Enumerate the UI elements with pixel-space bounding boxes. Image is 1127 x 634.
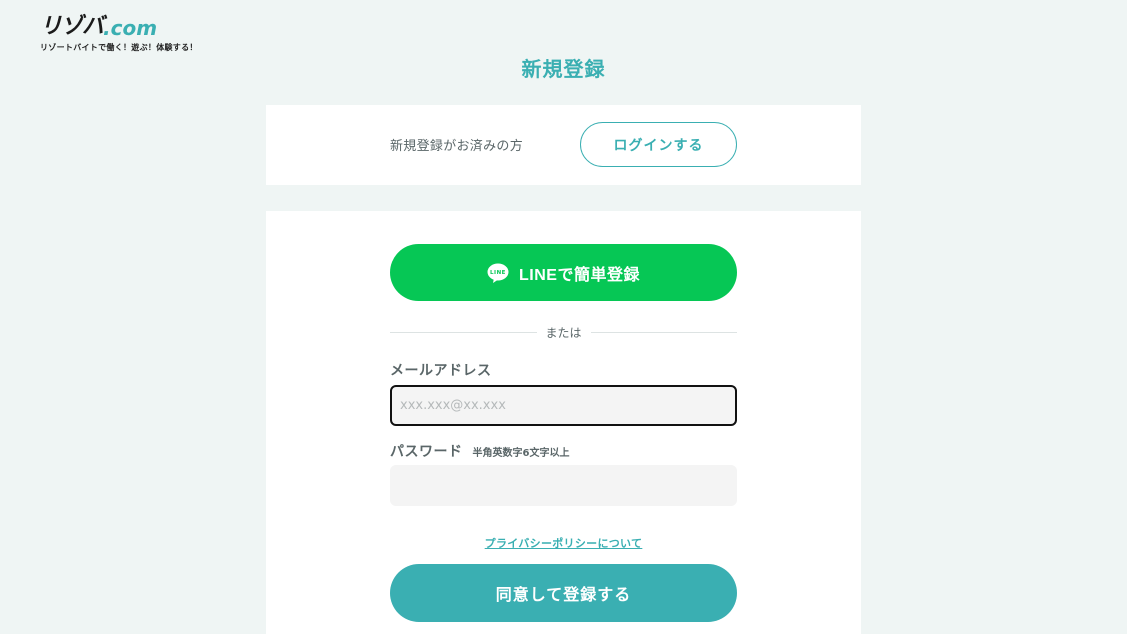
login-button[interactable]: ログインする [580, 122, 737, 167]
email-field[interactable] [390, 385, 737, 426]
password-label: パスワード [390, 444, 463, 460]
line-register-label: LINEで簡単登録 [519, 266, 640, 284]
logo-tagline: リゾートバイトで働く！遊ぶ！体験する！ [40, 43, 198, 52]
email-label: メールアドレス [390, 363, 492, 379]
logo-mark: リゾバ .com [40, 14, 215, 40]
login-card: 新規登録がお済みの方 ログインする [266, 105, 861, 185]
agree-register-button[interactable]: 同意して登録する [390, 564, 737, 622]
line-register-button[interactable]: LINE LINEで簡単登録 [390, 244, 737, 301]
divider-rule-left [390, 331, 537, 333]
divider-rule-right [590, 331, 738, 333]
logo-suffix: .com [103, 16, 158, 40]
or-divider: または [390, 324, 738, 340]
line-icon: LINE [487, 263, 509, 283]
page-title: 新規登録 [521, 57, 606, 81]
register-form-card: LINE LINEで簡単登録 または メールアドレス パスワード半角英数字6文字… [266, 211, 861, 634]
password-hint: 半角英数字6文字以上 [472, 448, 570, 459]
privacy-policy-link[interactable]: プライバシーポリシーについて [485, 537, 643, 550]
password-label-row: パスワード 半角英数字6文字以上 [390, 441, 569, 461]
svg-text:LINE: LINE [490, 270, 506, 276]
password-field[interactable] [390, 465, 737, 506]
site-logo[interactable]: リゾバ .com リゾートバイトで働く！遊ぶ！体験する！ [40, 14, 215, 56]
divider-label: または [545, 325, 582, 340]
privacy-link-row: プライバシーポリシーについて [266, 532, 861, 551]
login-prompt-label: 新規登録がお済みの方 [390, 139, 524, 154]
logo-kana: リゾバ [40, 14, 104, 39]
